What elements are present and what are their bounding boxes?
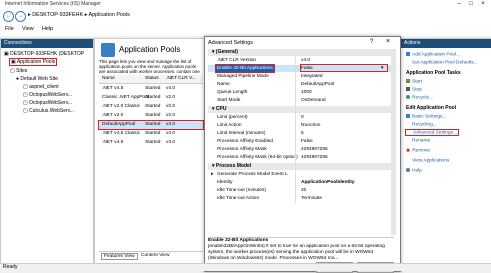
menu-view[interactable]: View [22, 26, 34, 32]
table-row[interactable]: .NET v2.0 Started v2.0 [99, 112, 203, 120]
col-name[interactable]: Name [102, 76, 115, 81]
prop-row[interactable]: .NET CLR Version v4.0 [208, 57, 396, 64]
connections-panel: Connections ▣ DESKTOP-933FEHK (DESKTOP ▣… [0, 38, 94, 265]
prop-row[interactable]: ▸ Generate Process Model Event L [208, 171, 396, 178]
tree-item-application-pools[interactable]: ▣ Application Pools [8, 58, 58, 66]
action-recycling[interactable]: Recycling... [406, 122, 437, 127]
tree-item-sites[interactable]: ▢ Sites [10, 68, 27, 74]
page-title: Application Pools [119, 45, 181, 54]
action-start[interactable]: Start [406, 79, 422, 84]
prop-row[interactable]: Idle Time-out (minutes) 20 [208, 187, 396, 194]
help-icon [406, 168, 410, 172]
maximize-button[interactable]: □ [467, 0, 475, 8]
section-general[interactable]: ▾ (General) [208, 49, 396, 56]
title-bar: Internet Information Services (IIS) Mana… [0, 0, 491, 8]
menu-bar: File View Help [0, 23, 491, 36]
action-help[interactable]: Help [406, 168, 422, 173]
action-rename[interactable]: Rename [406, 138, 430, 143]
enable-32bit-dropdown[interactable] [300, 64, 388, 72]
action-set-defaults[interactable]: Set Application Pool Defaults... [406, 60, 478, 65]
chevron-down-icon[interactable]: ▾ [381, 65, 384, 72]
actions-panel: Actions Add Application Pool... Set Appl… [400, 38, 491, 265]
prop-row[interactable]: Limit Interval (minutes) 5 [208, 130, 396, 137]
col-clr[interactable]: .NET CLR V... [166, 76, 196, 81]
tree-item-server[interactable]: ▣ DESKTOP-933FEHK (DESKTOP [4, 51, 84, 57]
add-icon [406, 52, 410, 56]
close-window-button[interactable]: × [479, 0, 487, 8]
crumb-server[interactable]: DESKTOP-933FEHK [32, 12, 83, 18]
col-status[interactable]: Status [145, 76, 159, 81]
actions-header: Actions [401, 39, 491, 48]
dialog-close-button[interactable]: × [386, 38, 390, 45]
expand-icon: ▸ [211, 172, 214, 177]
action-basic-settings[interactable]: Basic Settings... [406, 114, 446, 119]
settings-icon [406, 114, 410, 118]
action-recycle[interactable]: Recycle... [406, 95, 433, 100]
page-intro: This page lets you view and manage the l… [99, 59, 200, 73]
menu-file[interactable]: File [5, 26, 14, 32]
prop-row[interactable]: Name DefaultAppPool [208, 81, 396, 88]
action-view-applications[interactable]: View Applications [406, 158, 449, 163]
stop-icon [406, 87, 410, 91]
action-stop[interactable]: Stop [406, 87, 422, 92]
view-tabs: Features View Content View [99, 251, 203, 261]
dialog-title: Advanced Settings [208, 40, 253, 46]
table-row[interactable]: .NET v2.0 Classic Started v2.0 [99, 103, 203, 111]
table-row[interactable]: .NET v4.5 Started v4.0 [99, 85, 203, 93]
status-text: Ready [3, 264, 18, 270]
prop-row[interactable]: Processor Affinity Mask 4294967295 [208, 146, 396, 153]
prop-row-enable-32bit[interactable]: Enable 32-Bit Applications False ▾ [208, 64, 396, 73]
tree-item-calculus[interactable]: ▢ Calculus.WebServ... [23, 108, 74, 114]
breadcrumb[interactable]: ▸ DESKTOP-933FEHK ▸ Application Pools [28, 11, 130, 20]
property-grid-scrollbar[interactable] [391, 49, 396, 235]
address-bar: ← → ▸ DESKTOP-933FEHK ▸ Application Pool… [0, 8, 491, 24]
section-app-pool-tasks: Application Pool Tasks [406, 70, 461, 76]
description-text: [enable32BitAppOnWin64] If set to true f… [208, 244, 385, 261]
connections-header: Connections [1, 39, 93, 48]
recycle-icon [406, 95, 410, 99]
dialog-help-button[interactable]: ? [370, 39, 373, 45]
section-cpu[interactable]: ▾ CPU [208, 106, 396, 113]
remove-icon: ✖ [406, 148, 411, 154]
tab-features-view[interactable]: Features View [101, 253, 138, 260]
tree-item-default-web-site[interactable]: ● Default Web Site [16, 76, 58, 82]
action-add-app-pool[interactable]: Add Application Pool... [406, 52, 460, 57]
prop-row[interactable]: Start Mode OnDemand [208, 97, 396, 104]
minimize-button[interactable]: – [455, 0, 463, 8]
menu-help[interactable]: Help [42, 26, 53, 32]
app-pools-header-icon [101, 43, 115, 57]
crumb-app-pools[interactable]: Application Pools [88, 12, 129, 18]
prop-row[interactable]: Limit (percent) 0 [208, 114, 396, 121]
property-grid: ▾ (General) .NET CLR Version v4.0 Enable … [205, 49, 396, 235]
table-row[interactable]: .NET v4.5 Started v4.0 [99, 139, 203, 147]
prop-row[interactable]: Processor Affinity Enabled False [208, 138, 396, 145]
column-divider[interactable] [295, 57, 296, 203]
tree-item-aspnet-client[interactable]: ▢ aspnet_client [23, 84, 59, 90]
prop-row[interactable]: Managed Pipeline Mode Integrated [208, 73, 396, 80]
table-row[interactable]: Classic .NET AppPool Started v2.0 [99, 94, 203, 102]
window-title: Internet Information Services (IIS) Mana… [5, 1, 101, 7]
table-row[interactable]: .NET v4.5 Classic Started v4.0 [99, 130, 203, 138]
section-process-model[interactable]: ▾ Process Model [208, 163, 396, 170]
section-edit-app-pool: Edit Application Pool [406, 105, 457, 111]
prop-row[interactable]: Identity ApplicationPoolIdentity [208, 179, 396, 186]
tab-content-view[interactable]: Content View [141, 253, 169, 258]
advanced-settings-dialog: Advanced Settings ? × ▾ (General) .NET C… [204, 36, 401, 273]
start-icon [406, 79, 410, 83]
prop-row[interactable]: Processor Affinity Mask (64-bit option) 4… [208, 154, 396, 161]
forward-arrow-icon[interactable]: → [15, 11, 26, 22]
application-pools-panel: Application Pools This page lets you vie… [94, 38, 208, 265]
action-advanced-settings[interactable]: Advanced Settings... [405, 128, 459, 137]
tree-item-octopus-1[interactable]: ▢ OctopusWebServ... [23, 92, 72, 98]
property-description: Enable 32-Bit Applications [enable32BitA… [208, 237, 394, 262]
prop-row[interactable]: Idle Time-out Action Terminate [208, 195, 396, 202]
prop-row[interactable]: Limit Action NoAction [208, 122, 396, 129]
table-header: Name Status .NET CLR V... [99, 75, 203, 84]
action-remove[interactable]: ✖ Remove [406, 148, 430, 154]
tree-item-octopus-2[interactable]: ▢ OctopusWebServ... [23, 100, 72, 106]
table-row-selected[interactable]: DefaultAppPool Started v4.0 [98, 120, 204, 130]
prop-row[interactable]: Queue Length 1000 [208, 89, 396, 96]
back-arrow-icon[interactable]: ← [3, 11, 14, 22]
